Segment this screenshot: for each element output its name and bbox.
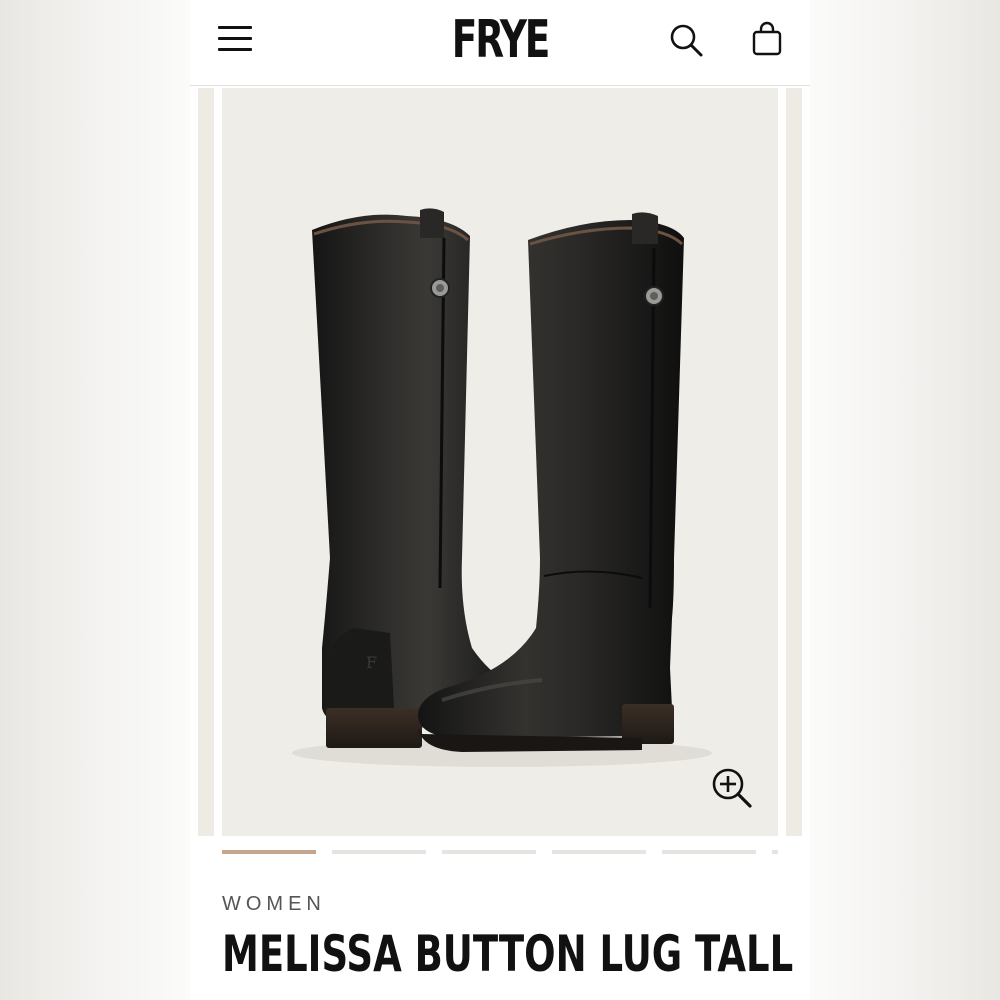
zoom-in-icon[interactable]: [710, 766, 754, 810]
pagination-dot-5[interactable]: [662, 850, 756, 854]
site-header: FRYE: [190, 0, 810, 86]
pagination-dot-3[interactable]: [442, 850, 536, 854]
shopping-bag-icon[interactable]: [750, 20, 784, 58]
next-slide-peek[interactable]: [786, 88, 802, 836]
previous-slide-peek[interactable]: [198, 88, 214, 836]
brand-logo[interactable]: FRYE: [277, 8, 723, 72]
pagination-dot-4[interactable]: [552, 850, 646, 854]
pagination-dot-6[interactable]: [772, 850, 778, 854]
product-category[interactable]: WOMEN: [222, 893, 326, 916]
product-gallery[interactable]: F: [190, 88, 810, 836]
search-icon[interactable]: [668, 22, 704, 58]
menu-button[interactable]: [218, 24, 254, 54]
boots-illustration: F: [292, 208, 712, 767]
product-title: MELISSA BUTTON LUG TALL: [222, 925, 794, 983]
pagination-dot-1[interactable]: [222, 850, 316, 854]
mobile-screen: FRYE F WOMEN MELISSA BUTTON LUG TALL: [190, 0, 810, 1000]
svg-text:F: F: [366, 653, 377, 672]
gallery-pagination: [190, 850, 810, 856]
product-image[interactable]: F: [222, 88, 778, 836]
pagination-dot-2[interactable]: [332, 850, 426, 854]
